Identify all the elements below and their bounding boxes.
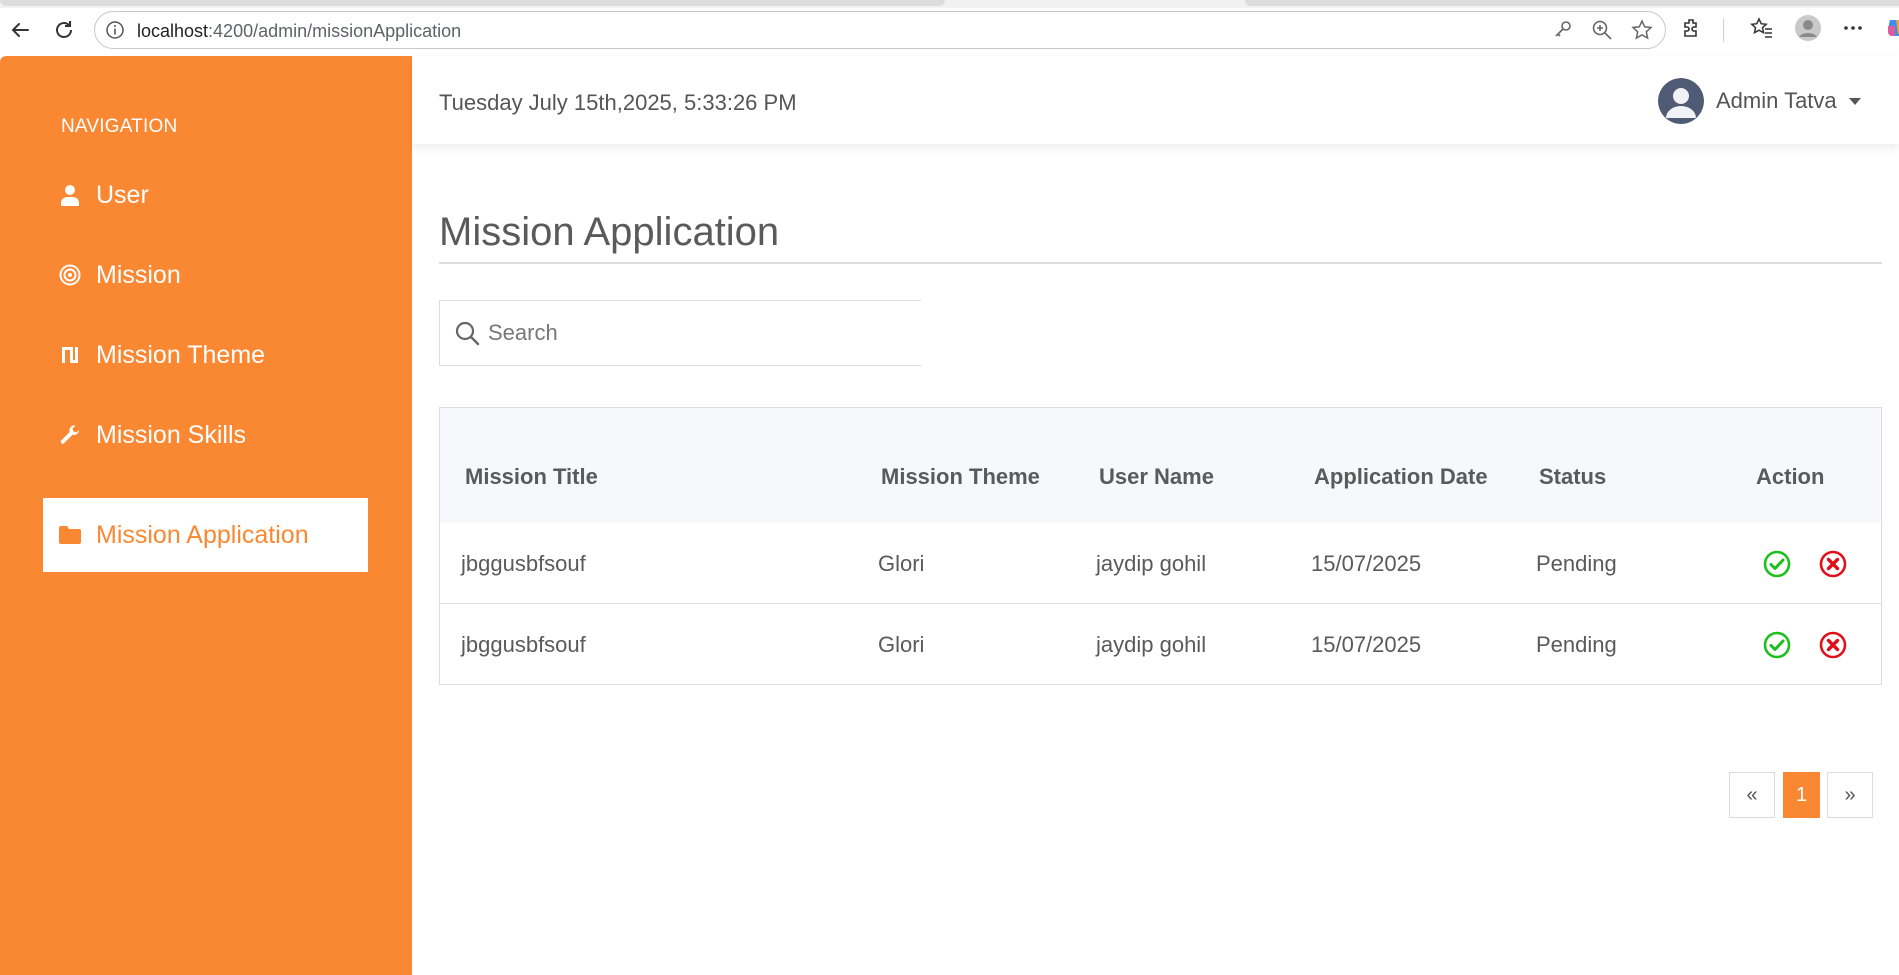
browser-tab[interactable] <box>0 0 945 6</box>
search-input[interactable] <box>488 320 888 346</box>
reload-button[interactable] <box>48 14 80 46</box>
chevron-down-icon <box>1848 97 1861 105</box>
url-text: localhost:4200/admin/missionApplication <box>137 21 461 42</box>
user-menu-dropdown[interactable]: Admin Tatva <box>1658 78 1861 124</box>
back-arrow-icon <box>11 23 29 37</box>
sidebar-item-mission-theme[interactable]: Mission Theme <box>43 318 368 392</box>
cell-user-name: jaydip gohil <box>1096 551 1207 576</box>
table-row: jbggusbfsouf Glori jaydip gohil 15/07/20… <box>440 523 1881 604</box>
sidebar-item-label: User <box>96 180 149 209</box>
avatar-icon <box>1658 78 1704 124</box>
column-header-status[interactable]: Status <box>1539 464 1606 490</box>
approve-button[interactable] <box>1763 550 1791 578</box>
star-icon[interactable] <box>1631 19 1653 46</box>
sidebar-item-mission-skills[interactable]: Mission Skills <box>43 398 368 472</box>
folder-icon <box>58 523 82 547</box>
reject-button[interactable] <box>1819 631 1847 659</box>
user-name: Admin Tatva <box>1716 88 1837 113</box>
cell-status: Pending <box>1536 551 1617 576</box>
browser-toolbar: localhost:4200/admin/missionApplication <box>0 0 1899 56</box>
search-icon <box>454 320 480 346</box>
back-button[interactable] <box>4 14 36 46</box>
applications-table: Mission Title Mission Theme User Name Ap… <box>439 407 1882 685</box>
column-header-application-date[interactable]: Application Date <box>1314 464 1488 490</box>
sidebar-item-mission[interactable]: Mission <box>43 238 368 312</box>
column-header-action: Action <box>1756 464 1825 489</box>
current-datetime: Tuesday July 15th,2025, 5:33:26 PM <box>439 90 797 115</box>
cell-status: Pending <box>1536 632 1617 657</box>
search-box <box>439 300 921 366</box>
sidebar: NAVIGATION User Mission Mission Theme Mi… <box>0 56 412 975</box>
reload-icon <box>56 21 72 38</box>
x-circle-icon <box>1819 631 1847 659</box>
cell-user-name: jaydip gohil <box>1096 632 1207 657</box>
profile-icon[interactable] <box>1794 14 1822 47</box>
pagination-next-button[interactable]: » <box>1827 772 1873 818</box>
sidebar-item-user[interactable]: User <box>43 158 368 232</box>
top-header: Tuesday July 15th,2025, 5:33:26 PM Admin… <box>412 56 1899 144</box>
pagination-prev-button[interactable]: « <box>1729 772 1775 818</box>
theme-icon <box>58 343 82 367</box>
check-circle-icon <box>1763 631 1791 659</box>
cell-mission-theme: Glori <box>878 551 925 576</box>
copilot-icon[interactable] <box>1884 16 1899 45</box>
sidebar-item-label: Mission Theme <box>96 340 266 369</box>
nav-heading: NAVIGATION <box>61 116 178 137</box>
extensions-icon[interactable] <box>1680 16 1704 45</box>
cell-application-date: 15/07/2025 <box>1311 632 1422 657</box>
more-options-icon[interactable] <box>1842 17 1864 44</box>
favorites-icon[interactable] <box>1750 16 1774 45</box>
pagination-page-1[interactable]: 1 <box>1783 772 1820 818</box>
reject-button[interactable] <box>1819 550 1847 578</box>
table-header: Mission Title Mission Theme User Name Ap… <box>440 408 1881 523</box>
column-header-mission-title[interactable]: Mission Title <box>465 464 598 490</box>
approve-button[interactable] <box>1763 631 1791 659</box>
cell-mission-theme: Glori <box>878 632 925 657</box>
cell-mission-title: jbggusbfsouf <box>461 551 586 576</box>
page-title: Mission Application <box>439 210 780 254</box>
sidebar-item-label: Mission Application <box>96 520 309 549</box>
avatar <box>1658 78 1704 124</box>
user-icon <box>58 183 82 207</box>
url-path: :4200/admin/missionApplication <box>208 21 462 41</box>
table-row: jbggusbfsouf Glori jaydip gohil 15/07/20… <box>440 604 1881 685</box>
wrench-icon <box>58 423 82 447</box>
site-info-icon[interactable] <box>105 20 125 45</box>
cell-application-date: 15/07/2025 <box>1311 551 1422 576</box>
browser-tab[interactable] <box>1245 0 1899 6</box>
column-header-user-name[interactable]: User Name <box>1099 464 1214 490</box>
column-header-mission-theme[interactable]: Mission Theme <box>881 464 1040 490</box>
key-icon[interactable] <box>1553 19 1573 46</box>
tab-strip <box>0 0 1899 8</box>
address-bar[interactable]: localhost:4200/admin/missionApplication <box>94 11 1666 49</box>
check-circle-icon <box>1763 550 1791 578</box>
cell-mission-title: jbggusbfsouf <box>461 632 586 657</box>
target-icon <box>58 263 82 287</box>
zoom-icon[interactable] <box>1591 19 1613 46</box>
sidebar-item-label: Mission <box>96 260 181 289</box>
url-host: localhost <box>137 21 209 41</box>
sidebar-item-label: Mission Skills <box>96 420 247 449</box>
sidebar-item-mission-application[interactable]: Mission Application <box>43 498 368 572</box>
x-circle-icon <box>1819 550 1847 578</box>
title-divider <box>439 262 1882 264</box>
